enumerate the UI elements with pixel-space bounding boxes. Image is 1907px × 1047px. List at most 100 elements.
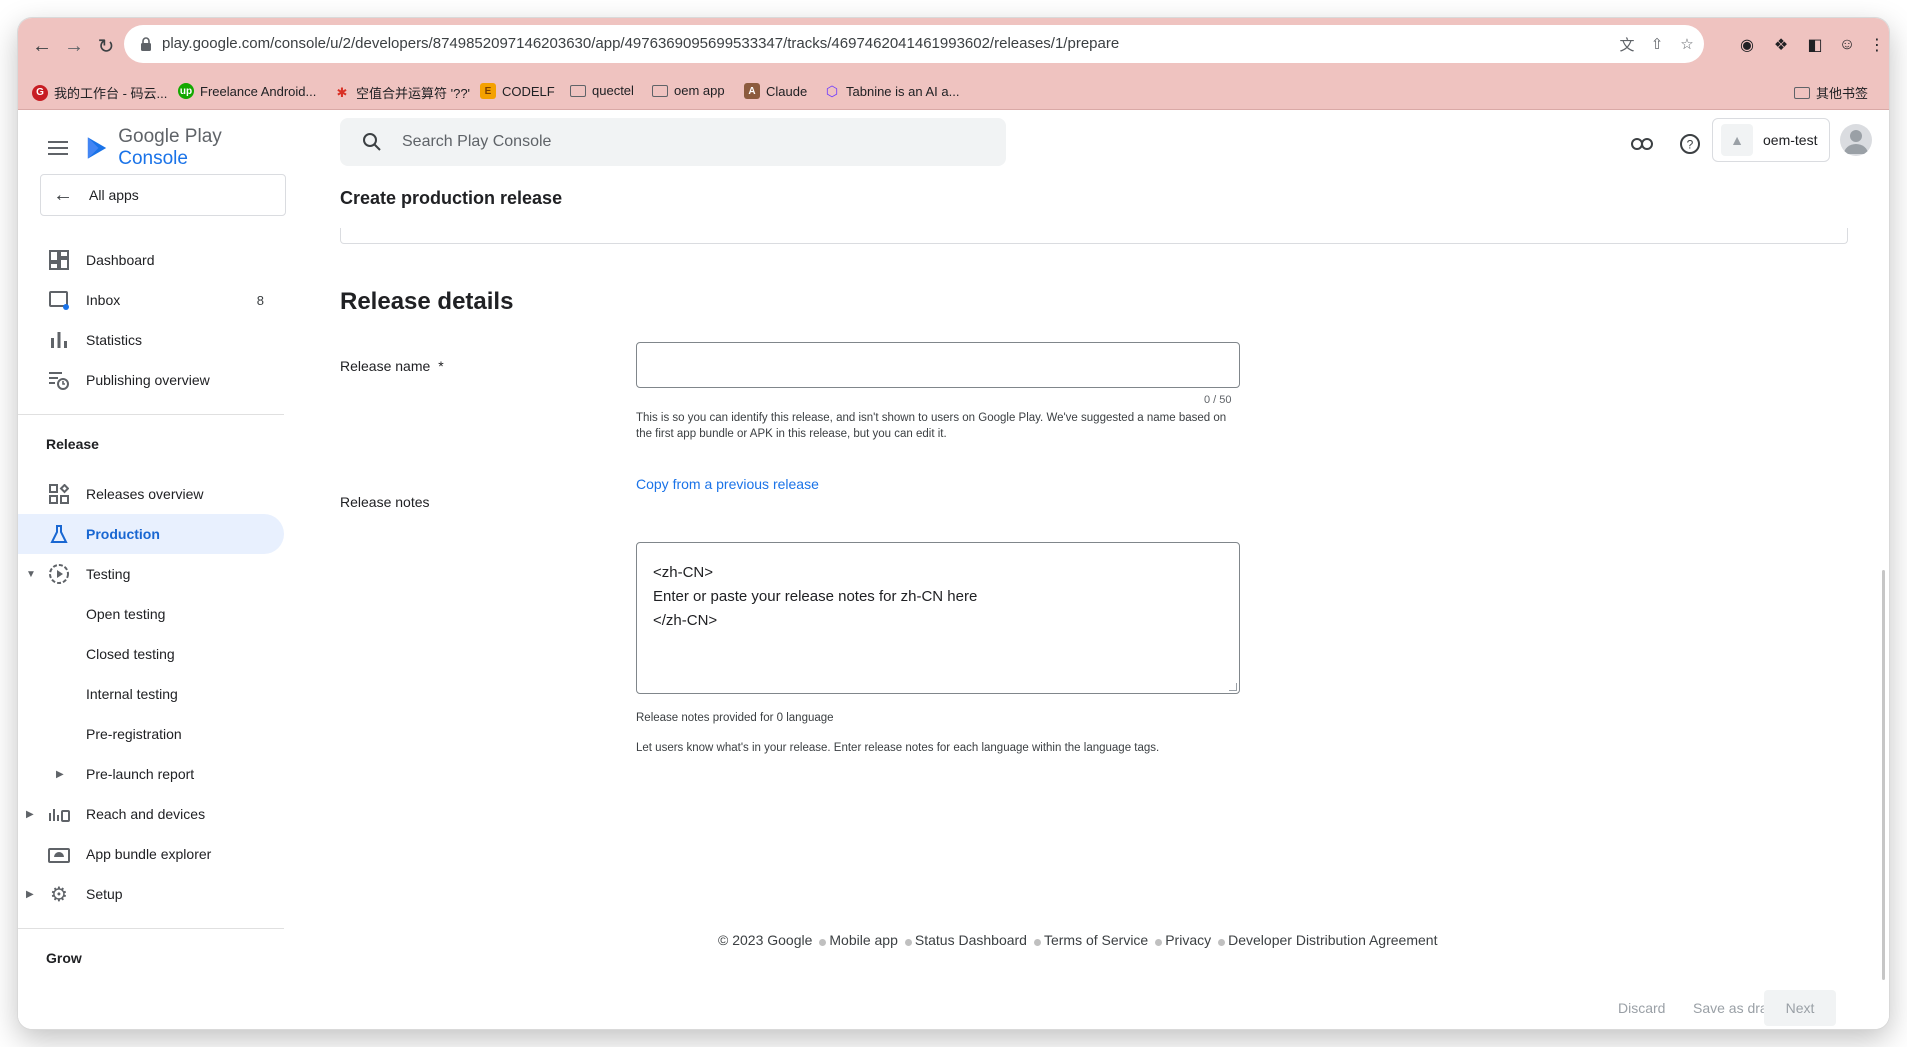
account-name: oem-test xyxy=(1763,132,1818,148)
sidebar-item-inbox[interactable]: Inbox 8 xyxy=(18,280,284,320)
release-notes-count: Release notes provided for 0 language xyxy=(636,712,834,724)
profile-icon[interactable]: ☺ xyxy=(1836,34,1858,56)
scrollbar[interactable] xyxy=(1882,570,1885,980)
bookmark-item[interactable]: ⬡ Tabnine is an AI a... xyxy=(824,83,960,99)
share-icon[interactable]: ⇧ xyxy=(1648,35,1666,53)
forward-arrow-icon[interactable]: → xyxy=(62,34,86,58)
bookmark-item[interactable]: up Freelance Android... xyxy=(178,83,316,99)
sidebar-item-testing[interactable]: ▼ Testing xyxy=(18,554,284,594)
footer-link-terms[interactable]: Terms of Service xyxy=(1044,932,1148,948)
bookmark-folder[interactable]: quectel xyxy=(570,83,634,98)
char-counter: 0 / 50 xyxy=(1204,394,1232,406)
extension-icon[interactable]: ◉ xyxy=(1736,34,1758,56)
page-title: Create production release xyxy=(340,188,563,208)
avatar[interactable] xyxy=(1840,124,1872,156)
release-name-helper-text: This is so you can identify this release… xyxy=(636,412,1227,440)
translate-icon[interactable]: 文 xyxy=(1618,35,1636,54)
action-bar: Discard Save as draft Next xyxy=(18,980,1889,1029)
play-console-app: Google Play Console ← All apps Dashboard… xyxy=(18,110,1889,1029)
sidepanel-icon[interactable]: ◧ xyxy=(1804,34,1826,56)
bookmark-item[interactable]: A Claude xyxy=(744,83,807,99)
sidebar-item-setup[interactable]: ▶ ⚙ Setup xyxy=(18,874,284,914)
sidebar-item-label: App bundle explorer xyxy=(86,846,212,862)
sidebar-item-label: Testing xyxy=(86,566,131,582)
sidebar-item-label: Open testing xyxy=(86,606,166,622)
previous-card-edge xyxy=(340,228,1848,244)
logo-text: Google Play Console xyxy=(118,126,222,169)
developer-account-switcher[interactable]: ▲ oem-test xyxy=(1712,118,1830,162)
footer-link-dda[interactable]: Developer Distribution Agreement xyxy=(1228,932,1437,948)
bookmark-label: Freelance Android... xyxy=(200,83,317,99)
claude-icon: A xyxy=(744,83,760,99)
bookmark-item[interactable]: ✱ 空值合并运算符 '??' xyxy=(334,83,471,102)
help-icon[interactable]: ? xyxy=(1678,132,1702,156)
sidebar-item-pre-registration[interactable]: Pre-registration xyxy=(18,714,284,754)
copy-from-previous-release-link[interactable]: Copy from a previous release xyxy=(636,476,819,492)
puzzle-icon[interactable]: ❖ xyxy=(1770,34,1792,56)
sidebar-item-publishing-overview[interactable]: Publishing overview xyxy=(18,360,284,400)
sidebar-item-pre-launch-report[interactable]: ▶ Pre-launch report xyxy=(18,754,284,794)
sidebar-item-production[interactable]: Production xyxy=(18,514,284,554)
bookmark-label: 空值合并运算符 '??' xyxy=(356,86,471,101)
lock-icon xyxy=(141,37,151,51)
address-bar[interactable]: play.google.com/console/u/2/developers/8… xyxy=(124,25,1704,63)
sidebar-item-releases-overview[interactable]: Releases overview xyxy=(18,474,284,514)
browser-toolbar: ← → ↻ play.google.com/console/u/2/develo… xyxy=(18,18,1889,74)
sidebar-item-label: Reach and devices xyxy=(86,806,206,822)
link-icon[interactable] xyxy=(1630,132,1654,156)
next-button[interactable]: Next xyxy=(1764,990,1836,1026)
search-bar[interactable]: Search Play Console xyxy=(340,118,1006,166)
bookmark-label: oem app xyxy=(674,83,725,98)
sidebar-item-open-testing[interactable]: Open testing xyxy=(18,594,284,634)
bookmark-item[interactable]: G 我的工作台 - 码云... xyxy=(32,83,167,102)
all-apps-button[interactable]: ← All apps xyxy=(40,174,286,216)
folder-icon xyxy=(652,84,668,97)
bookmark-label: 我的工作台 - 码云... xyxy=(54,86,168,101)
footer-link-privacy[interactable]: Privacy xyxy=(1165,932,1211,948)
bookmark-star-icon[interactable]: ☆ xyxy=(1678,35,1696,53)
footer-link-status-dashboard[interactable]: Status Dashboard xyxy=(915,932,1027,948)
browser-window: ← → ↻ play.google.com/console/u/2/develo… xyxy=(18,18,1889,1029)
bookmark-item[interactable]: E CODELF xyxy=(480,83,555,99)
sidebar-item-dashboard[interactable]: Dashboard xyxy=(18,240,284,280)
folder-icon xyxy=(1794,86,1810,99)
publishing-overview-icon xyxy=(48,369,70,391)
folder-icon xyxy=(570,84,586,97)
reach-devices-icon xyxy=(48,803,70,825)
bookmark-label: 其他书签 xyxy=(1816,86,1869,101)
bookmark-folder[interactable]: oem app xyxy=(652,83,725,98)
caret-right-icon[interactable]: ▶ xyxy=(26,809,34,820)
back-arrow-icon: ← xyxy=(53,183,73,206)
sidebar-item-label: Publishing overview xyxy=(86,372,210,388)
sidebar-item-reach-and-devices[interactable]: ▶ Reach and devices xyxy=(18,794,284,834)
sidebar-item-app-bundle-explorer[interactable]: App bundle explorer xyxy=(18,834,284,874)
hamburger-menu-icon[interactable] xyxy=(48,141,68,155)
sidebar-item-label: Pre-launch report xyxy=(86,766,195,782)
android-developer-icon: ▲ xyxy=(1721,124,1753,156)
release-details-heading: Release details xyxy=(340,288,514,315)
setup-gear-icon: ⚙ xyxy=(50,883,68,906)
sidebar-item-closed-testing[interactable]: Closed testing xyxy=(18,634,284,674)
release-notes-textarea[interactable]: <zh-CN> Enter or paste your release note… xyxy=(636,542,1240,694)
release-name-input[interactable] xyxy=(636,342,1240,388)
next-button-label: Next xyxy=(1785,1000,1815,1016)
bookmark-label: Tabnine is an AI a... xyxy=(846,83,960,99)
reload-icon[interactable]: ↻ xyxy=(94,34,118,58)
all-apps-label: All apps xyxy=(89,187,139,203)
app-bundle-icon xyxy=(48,843,70,865)
codelf-icon: E xyxy=(480,83,496,99)
discard-button[interactable]: Discard xyxy=(1618,1000,1665,1016)
caret-right-icon[interactable]: ▶ xyxy=(26,889,34,900)
back-arrow-icon[interactable]: ← xyxy=(30,34,54,58)
caret-down-icon[interactable]: ▼ xyxy=(26,569,36,580)
resize-handle[interactable] xyxy=(1229,683,1237,691)
logo-area: Google Play Console xyxy=(48,126,290,170)
sidebar-item-internal-testing[interactable]: Internal testing xyxy=(18,674,284,714)
sidebar-item-label: Closed testing xyxy=(86,646,175,662)
google-play-logo-icon xyxy=(88,137,107,159)
sidebar-item-statistics[interactable]: Statistics xyxy=(18,320,284,360)
caret-right-icon[interactable]: ▶ xyxy=(56,769,64,780)
footer-link-mobile-app[interactable]: Mobile app xyxy=(829,932,898,948)
other-bookmarks[interactable]: 其他书签 xyxy=(1794,83,1868,102)
kebab-menu-icon[interactable]: ⋮ xyxy=(1866,34,1888,56)
